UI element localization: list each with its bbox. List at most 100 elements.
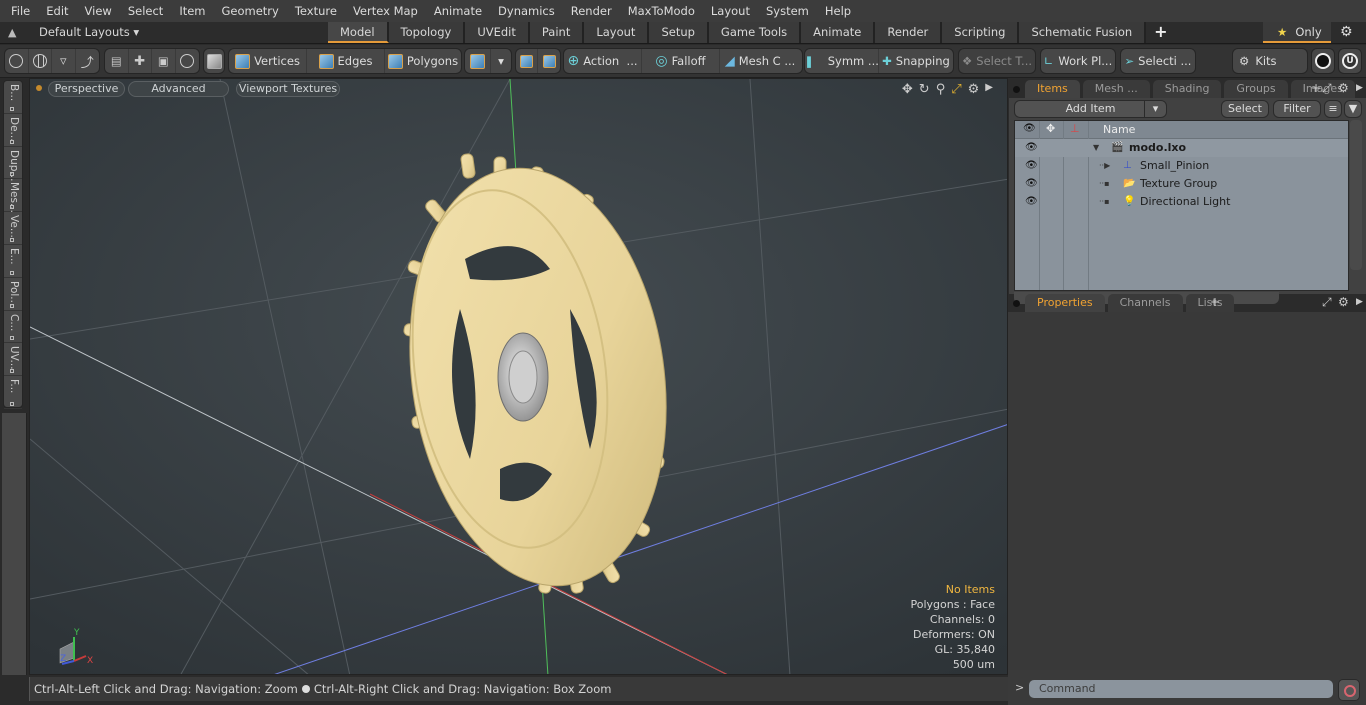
tree-row[interactable]: 👁 ··▶ ⊥ Small_Pinion	[1015, 157, 1348, 175]
layout-tab-game-tools[interactable]: Game Tools	[708, 22, 802, 43]
properties-menu-arrow-icon[interactable]: ▶	[1356, 297, 1363, 307]
items-tab-mesh[interactable]: Mesh ...	[1082, 80, 1150, 98]
menu-layout[interactable]: Layout	[711, 4, 750, 18]
funnel-filter-button[interactable]: ▼	[1344, 100, 1362, 118]
kits-button[interactable]: ⚙ Kits	[1233, 49, 1307, 73]
tree-row[interactable]: 👁 ··▪ 📂 Texture Group	[1015, 175, 1348, 193]
mode-dropdown-button[interactable]: ▾	[491, 49, 511, 73]
menu-geometry[interactable]: Geometry	[222, 4, 279, 18]
left-tab[interactable]: F...	[4, 376, 22, 409]
only-filter-button[interactable]: ★ Only	[1263, 22, 1331, 43]
menu-system[interactable]: System	[766, 4, 809, 18]
tree-row[interactable]: 👁 ··▪ 💡 Directional Light	[1015, 193, 1348, 211]
selection-sets-button[interactable]: ➢ Selecti ...	[1121, 49, 1195, 73]
rotate-icon[interactable]: ↻	[919, 82, 930, 97]
sphere-tool-button[interactable]	[5, 49, 29, 73]
panel-options-dot[interactable]	[1013, 300, 1020, 307]
work-plane-button[interactable]: ∟ Work Pl...	[1041, 49, 1115, 73]
viewport-options-dot[interactable]	[36, 85, 42, 91]
left-tab[interactable]: C...	[4, 311, 22, 344]
select-button[interactable]: Select	[1221, 100, 1269, 118]
layout-tab-model[interactable]: Model	[328, 22, 389, 43]
panel-gear-icon[interactable]: ⚙	[1338, 81, 1349, 95]
name-column-header[interactable]: Name	[1103, 123, 1135, 136]
expand-arrow-icon[interactable]: ··▶	[1099, 157, 1110, 175]
tree-row[interactable]: 👁 ▼ 🎬 modo.lxo	[1015, 139, 1348, 157]
material-mode-button[interactable]	[465, 49, 491, 73]
menu-item[interactable]: Item	[179, 4, 205, 18]
left-tab[interactable]: Dup...	[4, 147, 22, 181]
menu-dynamics[interactable]: Dynamics	[498, 4, 555, 18]
pivot-button-b[interactable]	[538, 49, 560, 73]
add-property-tab-icon[interactable]: +	[1210, 295, 1220, 309]
default-layouts-dropdown[interactable]: Default Layouts ▾	[39, 25, 139, 39]
viewport-gear-icon[interactable]: ⚙	[968, 82, 980, 97]
layout-tab-animate[interactable]: Animate	[801, 22, 876, 43]
globe-tool-button[interactable]	[29, 49, 52, 73]
viewport-textures-dropdown[interactable]: Viewport Textures	[236, 81, 340, 97]
left-tab[interactable]: De...	[4, 114, 22, 147]
filter-button[interactable]: Filter	[1273, 100, 1321, 118]
modo-cube-button[interactable]	[1311, 48, 1335, 74]
layout-tab-paint[interactable]: Paint	[529, 22, 585, 43]
snapping-button[interactable]: ✚ Snapping	[879, 49, 953, 73]
panel-options-dot[interactable]	[1013, 86, 1020, 93]
items-tab-items[interactable]: Items	[1025, 80, 1080, 98]
menu-animate[interactable]: Animate	[434, 4, 482, 18]
falloff-button[interactable]: ◎ Falloff	[642, 49, 720, 73]
layout-toggle-icon[interactable]: ▲	[8, 26, 22, 40]
edges-mode-button[interactable]: Edges	[307, 49, 385, 73]
gear-icon[interactable]: ⚙	[1340, 24, 1353, 40]
items-tab-groups[interactable]: Groups	[1224, 80, 1288, 98]
layout-tab-scripting[interactable]: Scripting	[942, 22, 1020, 43]
left-tab[interactable]: Pol...	[4, 278, 22, 311]
expand-arrow-icon[interactable]: ▶	[985, 82, 993, 97]
items-tab-shading[interactable]: Shading	[1152, 80, 1222, 98]
panel-menu-arrow-icon[interactable]: ▶	[1356, 83, 1363, 93]
layout-tab-schematic-fusion[interactable]: Schematic Fusion	[1019, 22, 1147, 43]
polygons-mode-button[interactable]: Polygons	[385, 49, 461, 73]
curve-tool-button[interactable]: ⤴	[76, 49, 99, 73]
uv-stack-button[interactable]: ▤	[105, 49, 129, 73]
visibility-eye-icon[interactable]: 👁	[1025, 193, 1038, 211]
unreal-button[interactable]: U	[1338, 48, 1362, 74]
left-tab[interactable]: UV...	[4, 343, 22, 377]
pan-icon[interactable]: ✥	[902, 82, 913, 97]
layout-tab-uvedit[interactable]: UVEdit	[465, 22, 530, 43]
symmetry-button[interactable]: ❚ Symm ...	[804, 49, 879, 73]
add-tab-icon[interactable]: +	[1311, 81, 1321, 95]
left-tab[interactable]: E...	[4, 245, 22, 278]
visibility-eye-icon[interactable]: 👁	[1025, 175, 1038, 193]
uv-unwrap-button[interactable]: ✚	[129, 49, 152, 73]
layout-tab-topology[interactable]: Topology	[388, 22, 466, 43]
properties-gear-icon[interactable]: ⚙	[1338, 295, 1349, 309]
action-center-button[interactable]: ⊕ Action ...	[564, 49, 642, 73]
zoom-icon[interactable]: ⚲	[936, 82, 946, 97]
command-input[interactable]: Command	[1029, 680, 1333, 698]
item-mode-button[interactable]	[204, 49, 224, 73]
add-item-dropdown-icon[interactable]: ▾	[1144, 101, 1166, 117]
menu-help[interactable]: Help	[825, 4, 851, 18]
menu-select[interactable]: Select	[128, 4, 163, 18]
3d-viewport[interactable]: Y X Z Perspective Advanced Viewport Text…	[29, 78, 1008, 675]
maximize-properties-icon[interactable]: ⤢	[1322, 295, 1332, 310]
view-mode-dropdown[interactable]: Perspective	[48, 81, 125, 97]
tree-vertical-scrollbar[interactable]	[1350, 120, 1362, 270]
menu-file[interactable]: File	[11, 4, 30, 18]
collapse-arrow-icon[interactable]: ▼	[1093, 139, 1099, 157]
shading-mode-dropdown[interactable]: Advanced	[128, 81, 229, 97]
add-item-button[interactable]: Add Item ▾	[1014, 100, 1167, 118]
menu-maxtomodo[interactable]: MaxToModo	[628, 4, 695, 18]
maximize-panel-icon[interactable]: ⤢	[1322, 81, 1332, 96]
left-tab[interactable]: Mes...	[4, 179, 22, 213]
menu-render[interactable]: Render	[571, 4, 612, 18]
add-layout-tab-button[interactable]: +	[1146, 22, 1175, 43]
visibility-eye-icon[interactable]: 👁	[1025, 157, 1038, 175]
uv-dial-button[interactable]	[176, 49, 199, 73]
vertices-mode-button[interactable]: Vertices	[229, 49, 307, 73]
properties-tab-properties[interactable]: Properties	[1025, 294, 1105, 312]
menu-edit[interactable]: Edit	[46, 4, 68, 18]
layout-tab-layout[interactable]: Layout	[584, 22, 650, 43]
command-history-button[interactable]	[1338, 679, 1360, 701]
uv-box-button[interactable]: ▣	[152, 49, 176, 73]
